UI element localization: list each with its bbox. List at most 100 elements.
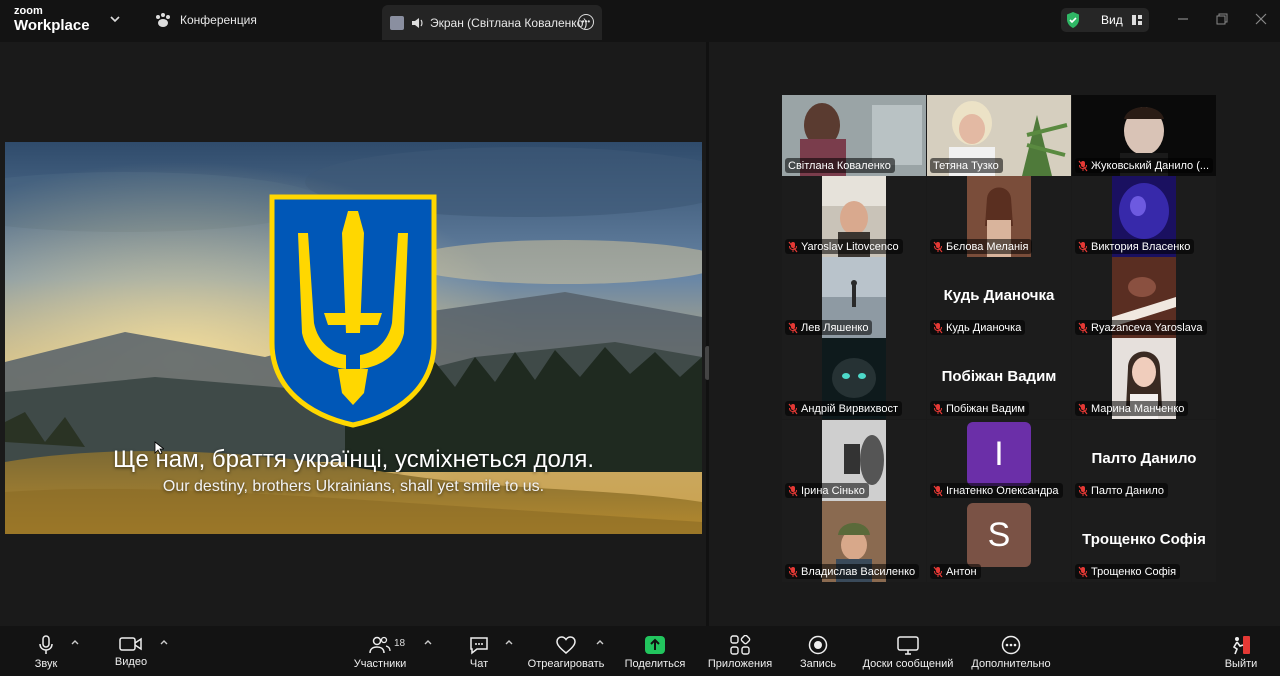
whiteboards-button[interactable]: Доски сообщений: [860, 626, 956, 676]
heart-icon: [556, 636, 576, 654]
conference-menu[interactable]: Конференция: [154, 12, 257, 28]
participant-tile[interactable]: Yaroslav Litovcenco: [782, 176, 926, 257]
participant-name-tag: Ігнатенко Олександра: [930, 483, 1063, 498]
microphone-muted-icon: [788, 241, 798, 252]
participant-tile[interactable]: Ryazanceva Yaroslava: [1072, 257, 1216, 338]
speaker-icon: [412, 17, 423, 28]
lyric-ukrainian: Ще нам, браття українці, усміхнеться дол…: [112, 446, 595, 473]
participant-gallery: Світлана Коваленко Тетяна Тузко Жуковський…: [709, 42, 1280, 626]
chat-caret-icon[interactable]: [504, 638, 514, 646]
conference-label: Конференция: [180, 13, 257, 27]
audio-caret-icon[interactable]: [70, 638, 80, 646]
participant-tile[interactable]: Марина Манченко: [1072, 338, 1216, 419]
participants-caret-icon[interactable]: [423, 638, 433, 646]
ukraine-coat-of-arms: [269, 194, 437, 428]
microphone-muted-icon: [788, 403, 798, 414]
participant-tile[interactable]: S Антон: [927, 501, 1071, 582]
participant-tile[interactable]: Трощенко Софія Трощенко Софія: [1072, 501, 1216, 582]
participant-name-tag: Марина Манченко: [1075, 401, 1189, 416]
video-label: Видео: [114, 656, 148, 668]
zoom-logo: zoom Workplace: [14, 6, 90, 34]
video-caret-icon[interactable]: [159, 638, 169, 646]
participant-tile[interactable]: Кудь Дианочка Кудь Дианочка: [927, 257, 1071, 338]
participant-tile[interactable]: Бєлова Меланія: [927, 176, 1071, 257]
participant-name-tag: Лев Ляшенко: [785, 320, 873, 335]
participant-tile[interactable]: Світлана Коваленко: [782, 95, 926, 176]
chat-button[interactable]: Чат: [467, 626, 491, 676]
participants-count: 18: [394, 638, 406, 649]
react-button[interactable]: Отреагировать: [527, 626, 605, 676]
whiteboards-label: Доски сообщений: [862, 658, 954, 670]
record-button[interactable]: Запись: [799, 626, 837, 676]
participant-name-tag: Трощенко Софія: [1075, 564, 1181, 579]
participant-name: Андрій Вирвихвост: [801, 402, 899, 415]
participant-tile[interactable]: Жуковський Данило (...: [1072, 95, 1216, 176]
participant-name: Ігнатенко Олександра: [946, 484, 1059, 497]
participant-name-tag: Ryazanceva Yaroslava: [1075, 320, 1207, 335]
participant-name: Побіжан Вадим: [946, 402, 1025, 415]
participant-name-tag: Андрій Вирвихвост: [785, 401, 903, 416]
participant-tile[interactable]: I Ігнатенко Олександра: [927, 420, 1071, 501]
participant-tile[interactable]: Владислав Василенко: [782, 501, 926, 582]
view-button[interactable]: Вид: [1061, 8, 1149, 32]
microphone-muted-icon: [933, 403, 943, 414]
participant-name: Світлана Коваленко: [788, 159, 891, 172]
participant-name-tag: Світлана Коваленко: [785, 158, 895, 173]
participant-display-name: Трощенко Софія: [1082, 531, 1206, 548]
leave-button[interactable]: Выйти: [1222, 626, 1260, 676]
participant-name-tag: Yaroslav Litovcenco: [785, 239, 903, 254]
participant-display-name: Кудь Дианочка: [943, 287, 1055, 304]
share-screen-button[interactable]: Поделиться: [624, 626, 686, 676]
more-label: Дополнительно: [971, 658, 1051, 670]
microphone-muted-icon: [1078, 566, 1088, 577]
more-button[interactable]: Дополнительно: [969, 626, 1053, 676]
chat-label: Чат: [469, 658, 489, 670]
participants-button[interactable]: Участники: [352, 626, 408, 676]
participant-tile[interactable]: Андрій Вирвихвост: [782, 338, 926, 419]
participant-tile[interactable]: Виктория Власенко: [1072, 176, 1216, 257]
share-screen-icon: [645, 636, 665, 654]
participant-name-tag: Владислав Василенко: [785, 564, 920, 579]
react-caret-icon[interactable]: [595, 638, 605, 646]
microphone-icon: [39, 635, 53, 654]
apps-button[interactable]: Приложения: [706, 626, 774, 676]
participant-name: Антон: [946, 565, 977, 578]
participant-tile[interactable]: Палто Данило Палто Данило: [1072, 420, 1216, 501]
participant-tile[interactable]: Побіжан Вадим Побіжан Вадим: [927, 338, 1071, 419]
avatar-letter: I: [994, 434, 1004, 473]
participant-name: Палто Данило: [1091, 484, 1164, 497]
shield-icon[interactable]: [1065, 11, 1081, 29]
participant-name-tag: Виктория Власенко: [1075, 239, 1195, 254]
more-options-icon[interactable]: •••: [578, 14, 594, 30]
participant-tile[interactable]: Ірина Сінько: [782, 420, 926, 501]
microphone-muted-icon: [788, 485, 798, 496]
close-icon[interactable]: [1254, 12, 1268, 26]
chat-icon: [470, 637, 488, 655]
participant-name: Лев Ляшенко: [801, 321, 869, 334]
audio-label: Звук: [34, 658, 58, 670]
participant-tile[interactable]: Тетяна Тузко: [927, 95, 1071, 176]
leave-icon: [1232, 636, 1250, 655]
screen-share-tab[interactable]: Экран (Світлана Коваленко) •••: [382, 5, 602, 40]
whiteboard-icon: [897, 636, 919, 655]
participant-name-tag: Кудь Дианочка: [930, 320, 1026, 335]
microphone-muted-icon: [1078, 160, 1088, 171]
participant-name-tag: Палто Данило: [1075, 483, 1168, 498]
participant-name: Виктория Власенко: [1091, 240, 1191, 253]
participant-name-tag: Побіжан Вадим: [930, 401, 1029, 416]
screen-tab-label: Экран (Світлана Коваленко): [430, 15, 588, 30]
chevron-down-icon[interactable]: [108, 12, 122, 26]
minimize-icon[interactable]: [1176, 12, 1190, 26]
audio-button[interactable]: Звук: [34, 626, 58, 676]
video-button[interactable]: Видео: [114, 626, 148, 676]
restore-icon[interactable]: [1215, 12, 1229, 26]
microphone-muted-icon: [1078, 485, 1088, 496]
apps-label: Приложения: [707, 658, 773, 670]
participant-tile[interactable]: Лев Ляшенко: [782, 257, 926, 338]
microphone-muted-icon: [933, 322, 943, 333]
pointer-cursor-icon: [154, 441, 164, 455]
participant-display-name: Палто Данило: [1091, 450, 1197, 467]
participant-name: Тетяна Тузко: [933, 159, 999, 172]
microphone-muted-icon: [1078, 241, 1088, 252]
microphone-muted-icon: [933, 485, 943, 496]
